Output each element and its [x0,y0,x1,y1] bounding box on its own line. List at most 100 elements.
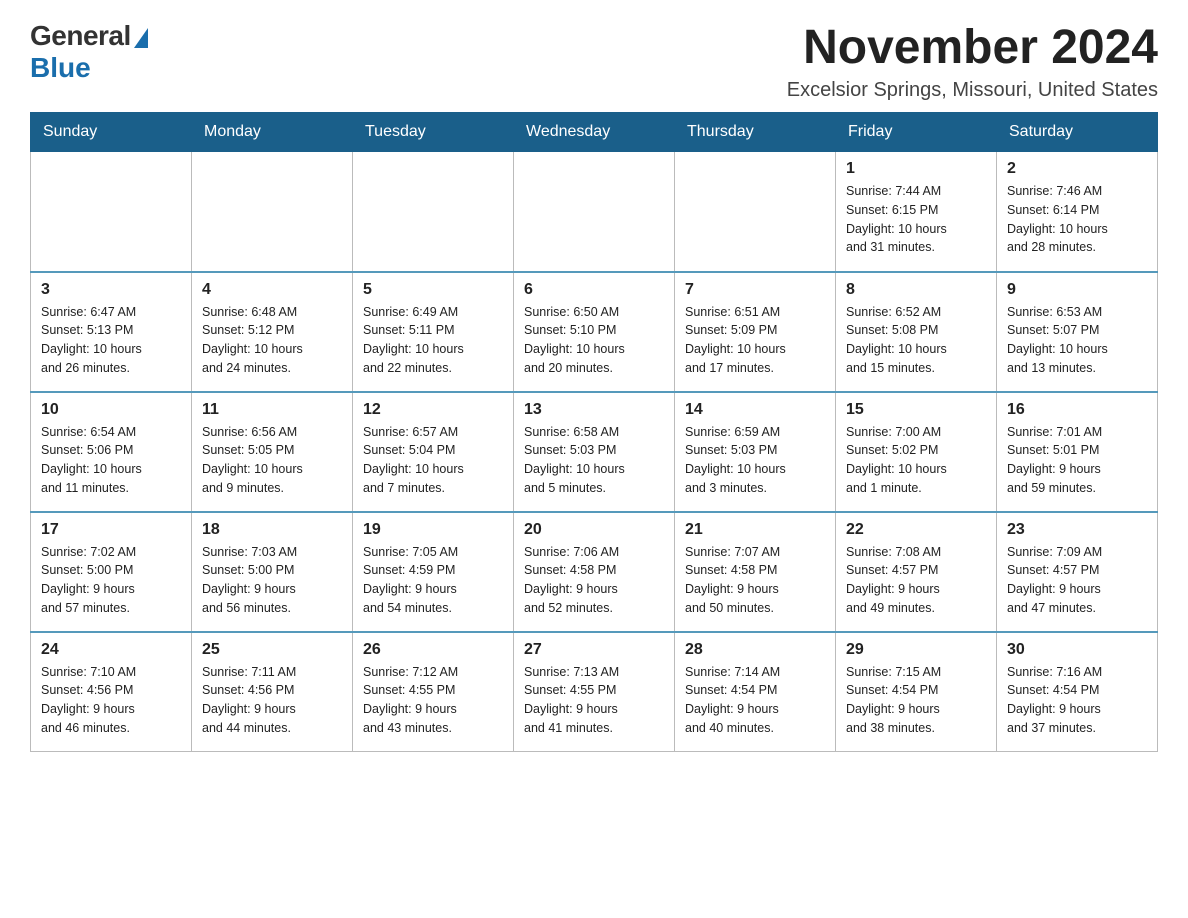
logo: General Blue [30,20,148,84]
day-number: 29 [846,641,986,659]
calendar-cell: 21 Sunrise: 7:07 AM Sunset: 4:58 PM Dayli… [675,512,836,632]
calendar-cell: 5 Sunrise: 6:49 AM Sunset: 5:11 PM Daylig… [353,272,514,392]
calendar-cell: 26 Sunrise: 7:12 AM Sunset: 4:55 PM Dayli… [353,632,514,752]
day-number: 15 [846,401,986,419]
page-header: General Blue November 2024 Excelsior Spr… [30,20,1158,102]
day-info: Sunrise: 6:54 AM Sunset: 5:06 PM Dayligh… [41,423,181,498]
day-info: Sunrise: 7:15 AM Sunset: 4:54 PM Dayligh… [846,663,986,738]
calendar-cell: 10 Sunrise: 6:54 AM Sunset: 5:06 PM Dayli… [31,392,192,512]
day-number: 26 [363,641,503,659]
calendar-cell: 28 Sunrise: 7:14 AM Sunset: 4:54 PM Dayli… [675,632,836,752]
header-friday: Friday [836,113,997,152]
day-info: Sunrise: 7:07 AM Sunset: 4:58 PM Dayligh… [685,543,825,618]
calendar-cell: 22 Sunrise: 7:08 AM Sunset: 4:57 PM Dayli… [836,512,997,632]
calendar-cell: 16 Sunrise: 7:01 AM Sunset: 5:01 PM Dayli… [997,392,1158,512]
day-number: 16 [1007,401,1147,419]
calendar-week-row: 1 Sunrise: 7:44 AM Sunset: 6:15 PM Daylig… [31,152,1158,272]
calendar-week-row: 3 Sunrise: 6:47 AM Sunset: 5:13 PM Daylig… [31,272,1158,392]
day-number: 3 [41,281,181,299]
calendar-cell [675,152,836,272]
day-info: Sunrise: 7:03 AM Sunset: 5:00 PM Dayligh… [202,543,342,618]
day-info: Sunrise: 6:49 AM Sunset: 5:11 PM Dayligh… [363,303,503,378]
calendar-week-row: 10 Sunrise: 6:54 AM Sunset: 5:06 PM Dayli… [31,392,1158,512]
day-number: 10 [41,401,181,419]
day-info: Sunrise: 6:52 AM Sunset: 5:08 PM Dayligh… [846,303,986,378]
day-number: 27 [524,641,664,659]
day-info: Sunrise: 6:56 AM Sunset: 5:05 PM Dayligh… [202,423,342,498]
day-info: Sunrise: 7:16 AM Sunset: 4:54 PM Dayligh… [1007,663,1147,738]
day-info: Sunrise: 7:11 AM Sunset: 4:56 PM Dayligh… [202,663,342,738]
day-info: Sunrise: 7:44 AM Sunset: 6:15 PM Dayligh… [846,182,986,257]
calendar-cell: 3 Sunrise: 6:47 AM Sunset: 5:13 PM Daylig… [31,272,192,392]
header-monday: Monday [192,113,353,152]
calendar-cell: 9Sunrise: 6:53 AM Sunset: 5:07 PM Daylig… [997,272,1158,392]
calendar-cell: 15 Sunrise: 7:00 AM Sunset: 5:02 PM Dayli… [836,392,997,512]
calendar-cell: 19Sunrise: 7:05 AM Sunset: 4:59 PM Dayli… [353,512,514,632]
calendar-cell: 27 Sunrise: 7:13 AM Sunset: 4:55 PM Dayli… [514,632,675,752]
day-number: 4 [202,281,342,299]
day-number: 13 [524,401,664,419]
day-number: 22 [846,521,986,539]
day-info: Sunrise: 7:10 AM Sunset: 4:56 PM Dayligh… [41,663,181,738]
day-info: Sunrise: 7:02 AM Sunset: 5:00 PM Dayligh… [41,543,181,618]
day-info: Sunrise: 7:08 AM Sunset: 4:57 PM Dayligh… [846,543,986,618]
day-number: 23 [1007,521,1147,539]
day-number: 11 [202,401,342,419]
calendar-cell: 7Sunrise: 6:51 AM Sunset: 5:09 PM Daylig… [675,272,836,392]
day-info: Sunrise: 6:58 AM Sunset: 5:03 PM Dayligh… [524,423,664,498]
header-thursday: Thursday [675,113,836,152]
calendar-cell: 24 Sunrise: 7:10 AM Sunset: 4:56 PM Dayli… [31,632,192,752]
day-info: Sunrise: 7:14 AM Sunset: 4:54 PM Dayligh… [685,663,825,738]
logo-blue-text: Blue [30,52,91,84]
day-number: 19 [363,521,503,539]
calendar-cell: 18 Sunrise: 7:03 AM Sunset: 5:00 PM Dayli… [192,512,353,632]
calendar-cell: 12 Sunrise: 6:57 AM Sunset: 5:04 PM Dayli… [353,392,514,512]
day-number: 1 [846,160,986,178]
day-number: 18 [202,521,342,539]
calendar-cell: 23 Sunrise: 7:09 AM Sunset: 4:57 PM Dayli… [997,512,1158,632]
day-number: 14 [685,401,825,419]
calendar-cell: 25Sunrise: 7:11 AM Sunset: 4:56 PM Dayli… [192,632,353,752]
day-number: 30 [1007,641,1147,659]
day-info: Sunrise: 7:09 AM Sunset: 4:57 PM Dayligh… [1007,543,1147,618]
calendar-cell: 2Sunrise: 7:46 AM Sunset: 6:14 PM Daylig… [997,152,1158,272]
header-wednesday: Wednesday [514,113,675,152]
day-number: 5 [363,281,503,299]
day-info: Sunrise: 7:01 AM Sunset: 5:01 PM Dayligh… [1007,423,1147,498]
day-info: Sunrise: 6:47 AM Sunset: 5:13 PM Dayligh… [41,303,181,378]
calendar-cell [31,152,192,272]
day-number: 9 [1007,281,1147,299]
day-info: Sunrise: 6:57 AM Sunset: 5:04 PM Dayligh… [363,423,503,498]
calendar-cell [192,152,353,272]
day-info: Sunrise: 7:12 AM Sunset: 4:55 PM Dayligh… [363,663,503,738]
calendar-cell: 14Sunrise: 6:59 AM Sunset: 5:03 PM Dayli… [675,392,836,512]
day-number: 24 [41,641,181,659]
logo-arrow-icon [134,28,148,48]
calendar-header-row: SundayMondayTuesdayWednesdayThursdayFrid… [31,113,1158,152]
day-info: Sunrise: 7:06 AM Sunset: 4:58 PM Dayligh… [524,543,664,618]
day-number: 21 [685,521,825,539]
day-info: Sunrise: 7:00 AM Sunset: 5:02 PM Dayligh… [846,423,986,498]
day-info: Sunrise: 6:50 AM Sunset: 5:10 PM Dayligh… [524,303,664,378]
day-number: 7 [685,281,825,299]
day-number: 12 [363,401,503,419]
calendar-cell: 4Sunrise: 6:48 AM Sunset: 5:12 PM Daylig… [192,272,353,392]
day-number: 20 [524,521,664,539]
day-info: Sunrise: 7:13 AM Sunset: 4:55 PM Dayligh… [524,663,664,738]
calendar-cell: 6 Sunrise: 6:50 AM Sunset: 5:10 PM Daylig… [514,272,675,392]
calendar-week-row: 24 Sunrise: 7:10 AM Sunset: 4:56 PM Dayli… [31,632,1158,752]
title-area: November 2024 Excelsior Springs, Missour… [787,20,1158,102]
calendar-cell: 17 Sunrise: 7:02 AM Sunset: 5:00 PM Dayli… [31,512,192,632]
day-info: Sunrise: 7:46 AM Sunset: 6:14 PM Dayligh… [1007,182,1147,257]
calendar-cell: 13 Sunrise: 6:58 AM Sunset: 5:03 PM Dayli… [514,392,675,512]
header-tuesday: Tuesday [353,113,514,152]
month-title: November 2024 [787,20,1158,75]
header-saturday: Saturday [997,113,1158,152]
header-sunday: Sunday [31,113,192,152]
calendar-cell: 20 Sunrise: 7:06 AM Sunset: 4:58 PM Dayli… [514,512,675,632]
calendar-cell: 11 Sunrise: 6:56 AM Sunset: 5:05 PM Dayli… [192,392,353,512]
day-number: 17 [41,521,181,539]
day-number: 28 [685,641,825,659]
location-subtitle: Excelsior Springs, Missouri, United Stat… [787,79,1158,102]
day-number: 6 [524,281,664,299]
